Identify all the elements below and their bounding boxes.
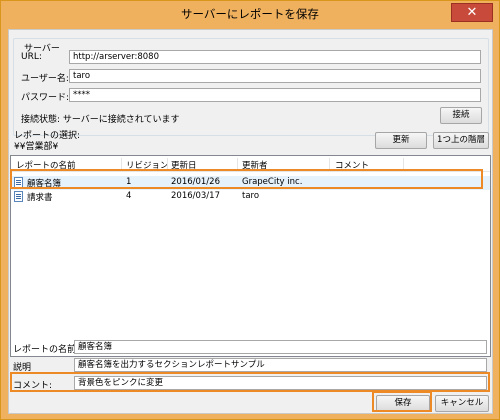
url-input[interactable]: http://arserver:8080	[69, 50, 481, 64]
save-report-dialog: サーバーにレポートを保存 ✕ サーバー URL: http://arserver…	[0, 0, 500, 420]
title-bar: サーバーにレポートを保存 ✕	[1, 1, 499, 29]
connection-status: 接続状態: サーバーに接続されています	[21, 115, 180, 125]
report-path: ¥¥営業部¥	[14, 142, 59, 152]
close-button[interactable]: ✕	[451, 3, 493, 22]
report-name-label: レポートの名前:	[13, 345, 80, 355]
password-label: パスワード:	[21, 93, 70, 103]
dialog-title: サーバーにレポートを保存	[181, 7, 319, 21]
report-name-input[interactable]: 顧客名簿	[74, 340, 487, 354]
row-date: 2016/03/17	[171, 191, 220, 201]
row-name: 請求書	[27, 193, 53, 203]
cancel-button[interactable]: キャンセル	[435, 395, 489, 412]
password-input[interactable]: ****	[69, 88, 481, 102]
url-label: URL:	[21, 52, 42, 62]
dialog-body: サーバー URL: http://arserver:8080 ユーザー名: ta…	[8, 29, 493, 414]
up-level-button[interactable]: 1つ上の階層	[433, 132, 489, 149]
username-label: ユーザー名:	[21, 74, 69, 84]
row-revision: 4	[126, 191, 132, 201]
description-input[interactable]: 顧客名簿を出力するセクションレポートサンプル	[74, 358, 487, 372]
refresh-button[interactable]: 更新	[375, 132, 427, 149]
connect-button[interactable]: 接続	[440, 107, 482, 124]
username-input[interactable]: taro	[69, 69, 481, 83]
row-author: taro	[242, 191, 260, 201]
table-row[interactable]: 請求書 4 2016/03/17 taro	[11, 190, 490, 204]
highlight-comment-field	[10, 372, 490, 392]
highlight-selected-row	[10, 169, 483, 189]
highlight-save-button	[372, 391, 432, 412]
report-file-icon	[14, 191, 23, 202]
server-group: サーバー URL: http://arserver:8080 ユーザー名: ta…	[13, 38, 489, 136]
